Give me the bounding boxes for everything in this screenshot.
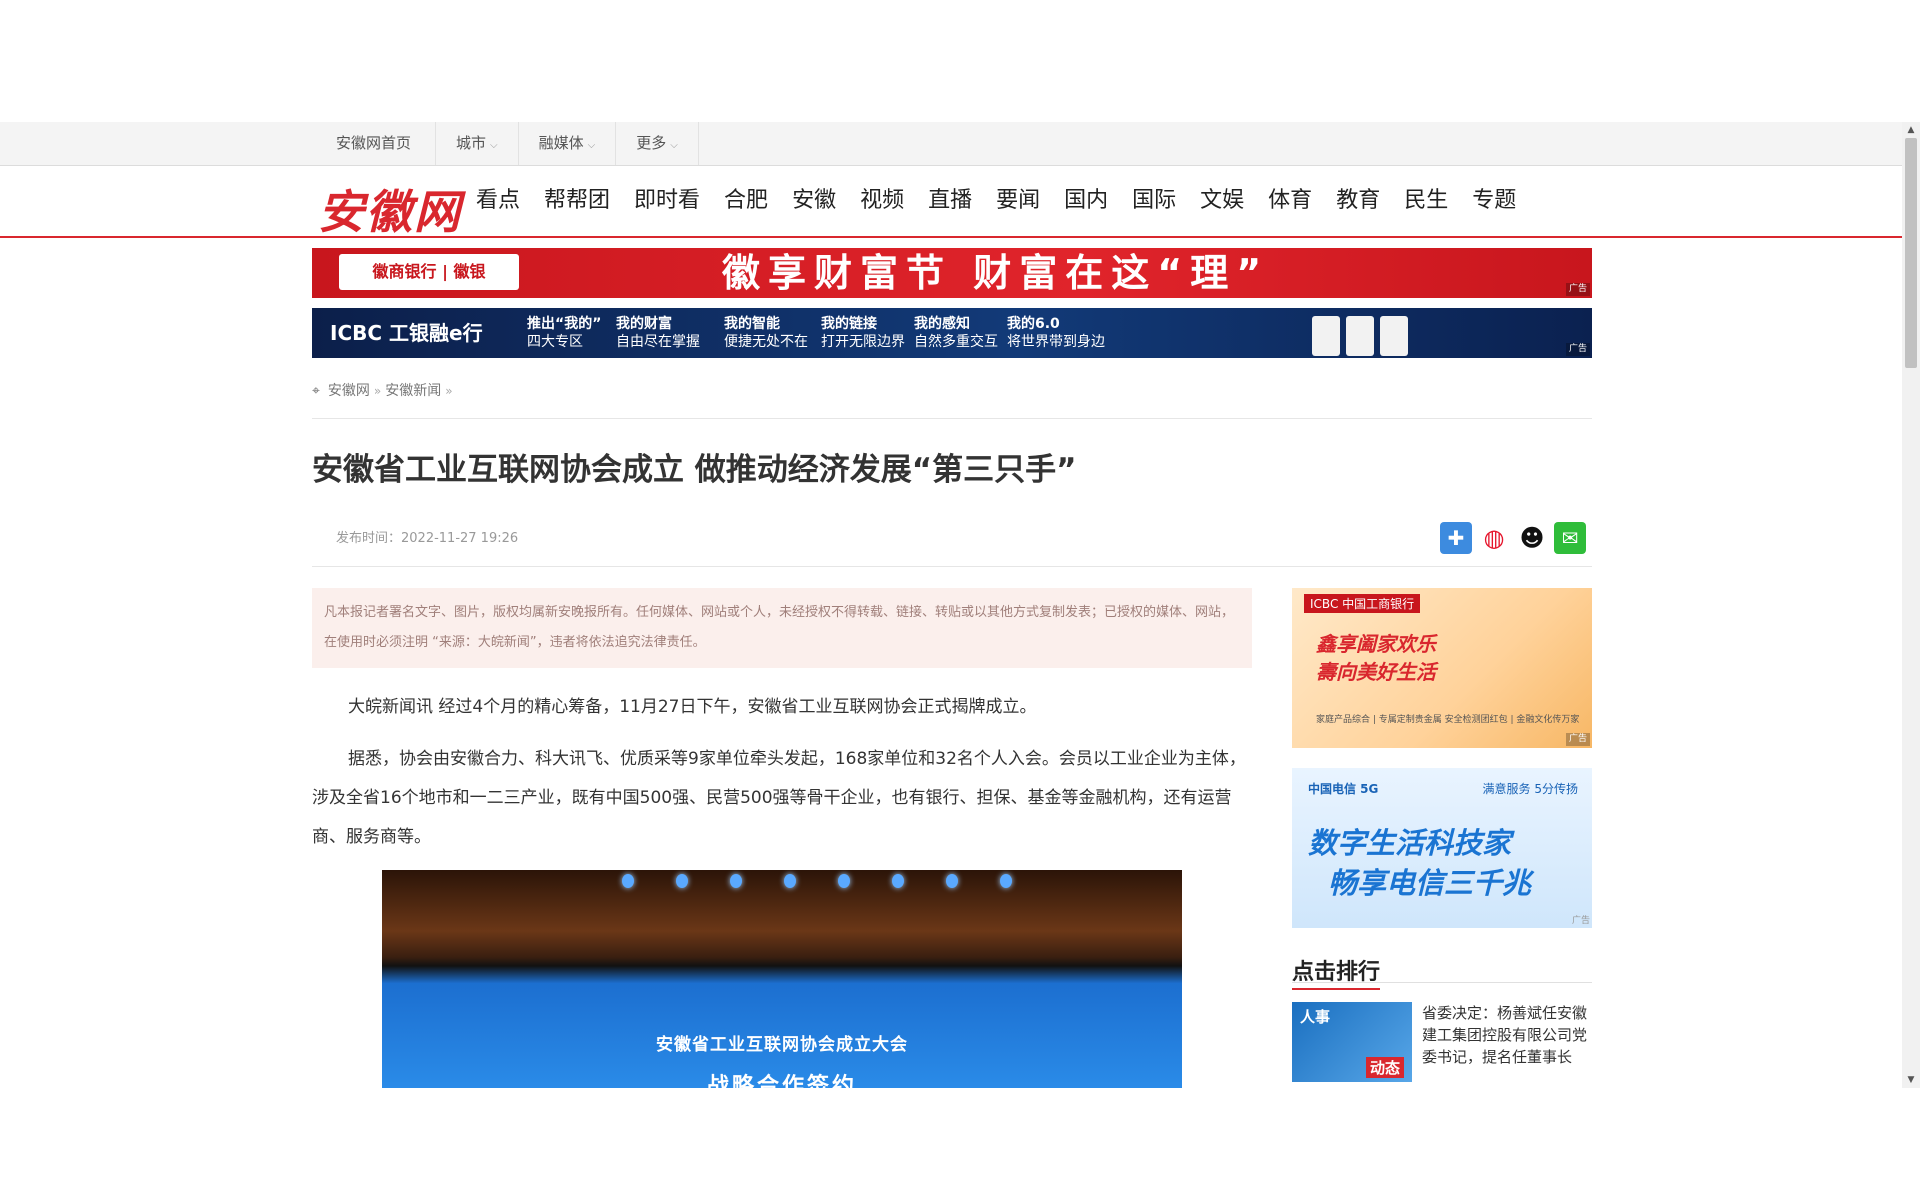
sidebar-ad-icbc[interactable]: ICBC 中国工商银行 鑫享阖家欢乐 壽向美好生活 家庭产品综合 | 专属定制贵… [1292,588,1592,748]
top-utility-bar: 安徽网首页 城市 ⌵ 融媒体 ⌵ 更多 ⌵ [0,122,1902,166]
bank-ad-banner[interactable]: 徽商银行 | 徽银 徽享财富节 财富在这“理” 广告 [312,248,1592,298]
sidebar-ad-telecom[interactable]: 中国电信 5G 满意服务 5分传扬 数字生活科技家 畅享电信三千兆 广告 [1292,768,1592,928]
topbar-home-link[interactable]: 安徽网首页 [312,122,437,165]
nav-item[interactable]: 直播 [928,166,972,236]
article-title: 安徽省工业互联网协会成立 做推动经济发展“第三只手” [312,452,1077,488]
nav-item[interactable]: 教育 [1336,166,1380,236]
icbc-ad-banner[interactable]: ICBC 工银融e行 推出“我的” 四大专区 我的财富 自由尽在掌握 我的智能 便捷无… [312,308,1592,358]
location-pin-icon: ⌖ [312,383,320,399]
browser-viewport: 安徽网首页 城市 ⌵ 融媒体 ⌵ 更多 ⌵ 安徽网 看点 帮帮团 即时看 合肥 安徽 … [0,122,1920,1088]
nav-item[interactable]: 合肥 [724,166,768,236]
scrollbar-thumb[interactable] [1905,138,1917,368]
ad-feature: 我的财富 自由尽在掌握 [616,316,700,350]
ad-slogan: 徽享财富节 财富在这“理” [722,251,1270,295]
ad-label: 广告 [1565,733,1590,746]
article-photo: 安徽省工业互联网协会成立大会 战略合作签约 [382,870,1182,1088]
chevron-down-icon: ⌵ [670,140,678,151]
share-bar: ✚ ◍ ☻ ✉ [1440,522,1586,554]
wechat-icon[interactable]: ✉ [1554,522,1586,554]
chevron-down-icon: ⌵ [490,140,498,151]
nav-item[interactable]: 安徽 [792,166,836,236]
nav-item[interactable]: 视频 [860,166,904,236]
photo-screen-title: 安徽省工业互联网协会成立大会 [656,1035,908,1055]
nav-item[interactable]: 即时看 [634,166,700,236]
ad-label: 广告 [1571,916,1590,926]
nav-item[interactable]: 文娱 [1200,166,1244,236]
ad-brand: ICBC 中国工商银行 [1304,594,1421,613]
scroll-down-arrow-icon[interactable]: ▼ [1902,1072,1920,1088]
breadcrumb: ⌖ 安徽网» 安徽新闻» [312,380,457,402]
weibo-icon[interactable]: ◍ [1478,522,1510,554]
rank-heading: 点击排行 [1292,954,1381,990]
nav-item[interactable]: 看点 [476,166,520,236]
topbar-city-menu[interactable]: 城市 ⌵ [436,122,519,165]
nav-item[interactable]: 国际 [1132,166,1176,236]
article-paragraph: 大皖新闻讯 经过4个月的精心筹备，11月27日下午，安徽省工业互联网协会正式揭牌… [348,697,1037,717]
topbar-media-menu[interactable]: 融媒体 ⌵ [519,122,617,165]
bank-logo: 徽商银行 | 徽银 [339,254,519,290]
ad-brand: 满意服务 5分传扬 [1482,782,1578,796]
ad-line: 畅享电信三千兆 [1328,866,1532,900]
chevron-down-icon: ⌵ [587,140,596,151]
nav-item[interactable]: 民生 [1404,166,1448,236]
ad-label: 广告 [1565,343,1590,356]
breadcrumb-link[interactable]: 安徽网 [328,383,370,399]
breadcrumb-separator: » [445,384,453,398]
rank-item-thumbnail[interactable]: 人事 动态 [1292,1002,1412,1082]
ad-line: 鑫享阖家欢乐 [1316,632,1436,656]
main-header: 安徽网 看点 帮帮团 即时看 合肥 安徽 视频 直播 要闻 国内 国际 文娱 体… [0,166,1902,239]
thumb-text: 动态 [1365,1057,1404,1078]
ad-line: 壽向美好生活 [1316,660,1436,684]
publish-time: 发布时间：2022-11-27 19:26 [336,531,519,546]
breadcrumb-separator: » [373,384,382,398]
photo-screen-subtitle: 战略合作签约 [706,1074,857,1088]
scroll-up-arrow-icon[interactable]: ▲ [1902,122,1920,138]
divider [312,418,1592,419]
ad-label: 广告 [1565,283,1590,296]
divider [312,566,1592,567]
ad-feature: 我的6.0 将世界带到身边 [1007,316,1105,350]
phone-illustration [1312,316,1432,356]
ad-feature: 我的链接 打开无限边界 [821,316,905,350]
nav-item[interactable]: 体育 [1268,166,1312,236]
ad-brand: 中国电信 5G [1308,782,1379,796]
ad-feature: 推出“我的” 四大专区 [527,316,602,350]
copyright-notice: 凡本报记者署名文字、图片，版权均属新安晚报所有。任何媒体、网站或个人，未经授权不… [312,588,1252,668]
plus-share-icon[interactable]: ✚ [1440,522,1472,554]
nav-item[interactable]: 要闻 [996,166,1040,236]
site-logo[interactable]: 安徽网 [318,176,462,242]
ad-feature: 我的感知 自然多重交互 [914,316,998,350]
icbc-logo: ICBC 工银融e行 [330,321,483,345]
nav-item[interactable]: 国内 [1064,166,1108,236]
ad-line: 数字生活科技家 [1308,826,1512,860]
nav-item[interactable]: 帮帮团 [544,166,610,236]
ad-feature: 我的智能 便捷无处不在 [724,316,808,350]
article-paragraph: 据悉，协会由安徽合力、科大讯飞、优质采等9家单位牵头发起，168家单位和32名个… [312,749,1246,847]
main-nav: 看点 帮帮团 即时看 合肥 安徽 视频 直播 要闻 国内 国际 文娱 体育 教育… [476,166,1540,236]
qq-icon[interactable]: ☻ [1516,522,1548,554]
rank-item-title[interactable]: 省委决定：杨善斌任安徽建工集团控股有限公司党委书记，提名任董事长 [1422,1002,1592,1068]
topbar-more-menu[interactable]: 更多 ⌵ [616,122,699,165]
thumb-text: 人事 [1300,1008,1331,1026]
nav-item[interactable]: 专题 [1472,166,1516,236]
divider [1292,982,1592,983]
ad-footnote: 家庭产品综合 | 专属定制贵金属 安全检测团红包 | 金融文化传万家 [1316,715,1580,725]
vertical-scrollbar[interactable]: ▲ ▼ [1902,122,1920,1088]
stage-lights [622,874,1012,888]
breadcrumb-link[interactable]: 安徽新闻 [385,383,441,399]
